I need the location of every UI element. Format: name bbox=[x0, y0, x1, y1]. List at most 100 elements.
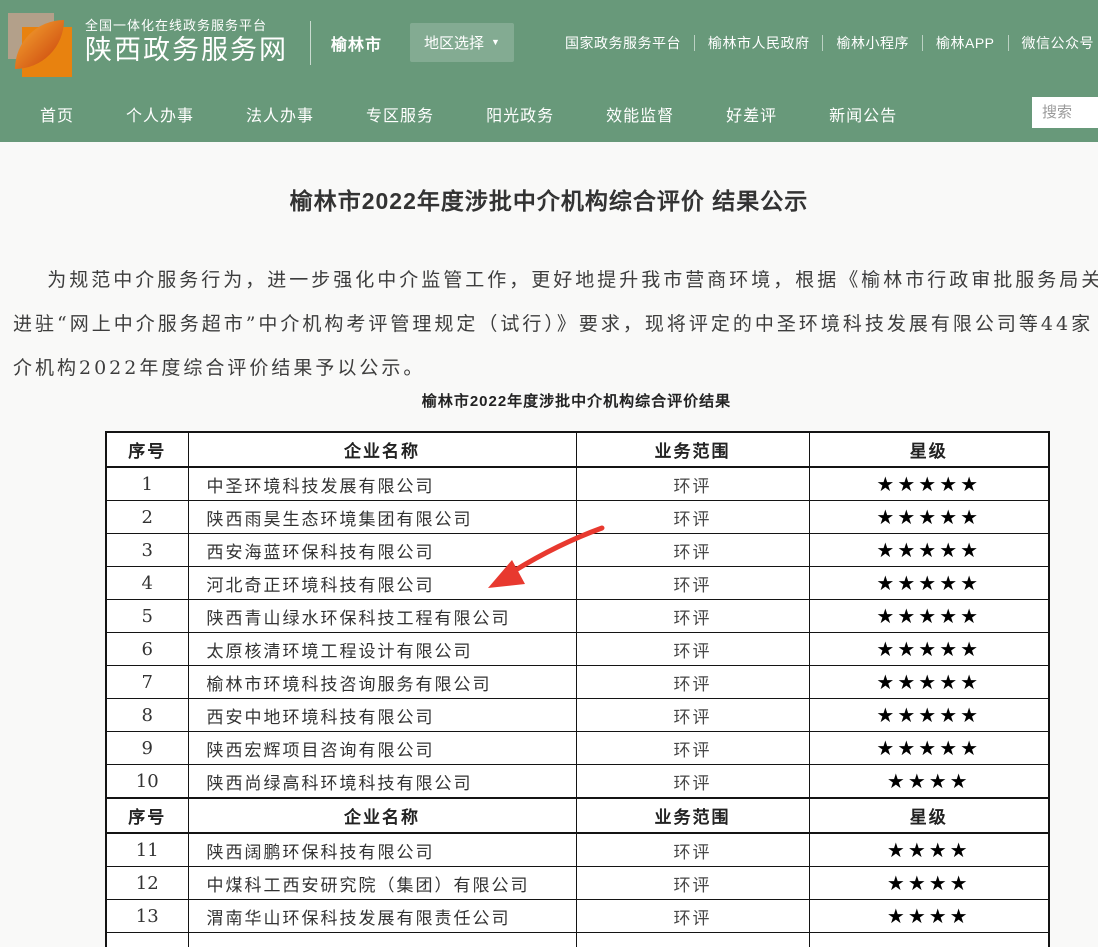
cell-star-rating: ★★★★ bbox=[809, 900, 1049, 933]
header-link-3[interactable]: 榆林小程序 bbox=[836, 33, 909, 53]
region-selector-button[interactable]: 地区选择 ▼ bbox=[410, 23, 514, 62]
cell-company-name: 西安海蓝环保科技有限公司 bbox=[188, 534, 576, 567]
cell-company-name: 西安中地环境科技有限公司 bbox=[188, 699, 576, 732]
cell-star-rating: ★★★★★ bbox=[809, 633, 1049, 666]
site-brand: 全国一体化在线政务服务平台 陕西政务服务网 bbox=[85, 18, 288, 68]
cell-index: 11 bbox=[106, 833, 188, 867]
column-header: 业务范围 bbox=[576, 432, 809, 467]
cell-company-name: 渭南华山环保科技发展有限责任公司 bbox=[188, 900, 576, 933]
cell-index: 4 bbox=[106, 567, 188, 600]
table-row[interactable]: 5陕西青山绿水环保科技工程有限公司环评★★★★★ bbox=[106, 600, 1049, 633]
page: 全国一体化在线政务服务平台 陕西政务服务网 榆林市 地区选择 ▼ 国家政务服务平… bbox=[0, 0, 1098, 947]
cell-company-name: 太原核清环境工程设计有限公司 bbox=[188, 633, 576, 666]
cell-company-name: 中圣环境科技发展有限公司 bbox=[188, 467, 576, 501]
brand-divider bbox=[310, 21, 311, 65]
cell-star-rating: ★★★★★ bbox=[809, 732, 1049, 765]
cell-business-scope: 环评 bbox=[576, 666, 809, 699]
cell-empty bbox=[809, 933, 1049, 947]
nav-item-1[interactable]: 首页 bbox=[40, 102, 74, 126]
header-link-4[interactable]: 榆林APP bbox=[936, 33, 995, 53]
cell-index: 3 bbox=[106, 534, 188, 567]
table-header-row: 序号企业名称业务范围星级 bbox=[106, 432, 1049, 467]
cell-star-rating: ★★★★ bbox=[809, 867, 1049, 900]
nav-item-5[interactable]: 阳光政务 bbox=[486, 102, 554, 126]
cell-star-rating: ★★★★★ bbox=[809, 600, 1049, 633]
table-row[interactable]: 7榆林市环境科技咨询服务有限公司环评★★★★★ bbox=[106, 666, 1049, 699]
cell-business-scope: 环评 bbox=[576, 467, 809, 501]
cell-company-name: 榆林市环境科技咨询服务有限公司 bbox=[188, 666, 576, 699]
cell-business-scope: 环评 bbox=[576, 765, 809, 799]
cell-index: 13 bbox=[106, 900, 188, 933]
region-selector-label: 地区选择 bbox=[424, 32, 484, 53]
evaluation-results-table: 序号企业名称业务范围星级1中圣环境科技发展有限公司环评★★★★★2陕西雨昊生态环… bbox=[105, 431, 1050, 947]
cell-business-scope: 环评 bbox=[576, 900, 809, 933]
nav-item-6[interactable]: 效能监督 bbox=[606, 102, 674, 126]
cell-star-rating: ★★★★ bbox=[809, 765, 1049, 799]
main-nav: 首页 个人办事 法人办事 专区服务 阳光政务 效能监督 好差评 新闻公告 bbox=[0, 85, 1098, 142]
cell-index: 2 bbox=[106, 501, 188, 534]
table-row[interactable]: 13渭南华山环保科技发展有限责任公司环评★★★★ bbox=[106, 900, 1049, 933]
nav-items: 首页 个人办事 法人办事 专区服务 阳光政务 效能监督 好差评 新闻公告 bbox=[40, 102, 897, 126]
table-row[interactable]: 6太原核清环境工程设计有限公司环评★★★★★ bbox=[106, 633, 1049, 666]
cell-star-rating: ★★★★★ bbox=[809, 567, 1049, 600]
site-logo[interactable] bbox=[8, 13, 72, 77]
announcement-article: 榆林市2022年度涉批中介机构综合评价 结果公示 为规范中介服务行为，进一步强化… bbox=[0, 142, 1098, 216]
column-header: 序号 bbox=[106, 798, 188, 833]
cell-empty bbox=[106, 933, 188, 947]
table-row[interactable]: 2陕西雨昊生态环境集团有限公司环评★★★★★ bbox=[106, 501, 1049, 534]
table-row[interactable]: 4河北奇正环境科技有限公司环评★★★★★ bbox=[106, 567, 1049, 600]
cell-company-name: 陕西宏辉项目咨询有限公司 bbox=[188, 732, 576, 765]
cell-star-rating: ★★★★★ bbox=[809, 534, 1049, 567]
cell-index: 9 bbox=[106, 732, 188, 765]
nav-item-3[interactable]: 法人办事 bbox=[246, 102, 314, 126]
cell-index: 5 bbox=[106, 600, 188, 633]
header-link-1[interactable]: 国家政务服务平台 bbox=[565, 33, 681, 53]
table-caption: 榆林市2022年度涉批中介机构综合评价结果 bbox=[105, 390, 1048, 411]
cell-company-name: 河北奇正环境科技有限公司 bbox=[188, 567, 576, 600]
search-input[interactable] bbox=[1032, 97, 1098, 128]
nav-item-2[interactable]: 个人办事 bbox=[126, 102, 194, 126]
cell-star-rating: ★★★★★ bbox=[809, 501, 1049, 534]
cell-business-scope: 环评 bbox=[576, 534, 809, 567]
table-row[interactable]: 11陕西阔鹏环保科技有限公司环评★★★★ bbox=[106, 833, 1049, 867]
table-row[interactable]: 1中圣环境科技发展有限公司环评★★★★★ bbox=[106, 467, 1049, 501]
cell-business-scope: 环评 bbox=[576, 833, 809, 867]
cell-company-name: 陕西青山绿水环保科技工程有限公司 bbox=[188, 600, 576, 633]
column-header: 星级 bbox=[809, 798, 1049, 833]
nav-item-7[interactable]: 好差评 bbox=[726, 102, 777, 126]
table-row[interactable]: 8西安中地环境科技有限公司环评★★★★★ bbox=[106, 699, 1049, 732]
table-row[interactable]: 10陕西尚绿高科环境科技有限公司环评★★★★ bbox=[106, 765, 1049, 799]
nav-item-4[interactable]: 专区服务 bbox=[366, 102, 434, 126]
cell-empty bbox=[188, 933, 576, 947]
cell-index: 12 bbox=[106, 867, 188, 900]
page-title: 榆林市2022年度涉批中介机构综合评价 结果公示 bbox=[0, 182, 1098, 216]
cell-company-name: 陕西阔鹏环保科技有限公司 bbox=[188, 833, 576, 867]
table-row[interactable]: 3西安海蓝环保科技有限公司环评★★★★★ bbox=[106, 534, 1049, 567]
cell-business-scope: 环评 bbox=[576, 567, 809, 600]
cell-index: 6 bbox=[106, 633, 188, 666]
site-name: 陕西政务服务网 bbox=[85, 34, 288, 68]
cell-business-scope: 环评 bbox=[576, 633, 809, 666]
link-separator bbox=[822, 35, 823, 51]
table-row-partial bbox=[106, 933, 1049, 947]
paragraph-line-3: 介机构2022年度综合评价结果予以公示。 bbox=[13, 346, 1098, 390]
cell-company-name: 陕西尚绿高科环境科技有限公司 bbox=[188, 765, 576, 799]
paragraph-line-2: 进驻“网上中介服务超市”中介机构考评管理规定（试行）》要求，现将评定的中圣环境科… bbox=[13, 302, 1098, 346]
cell-star-rating: ★★★★ bbox=[809, 833, 1049, 867]
table-row[interactable]: 12中煤科工西安研究院（集团）有限公司环评★★★★ bbox=[106, 867, 1049, 900]
cell-company-name: 中煤科工西安研究院（集团）有限公司 bbox=[188, 867, 576, 900]
column-header: 星级 bbox=[809, 432, 1049, 467]
header-quick-links: 国家政务服务平台榆林市人民政府榆林小程序榆林APP微信公众号注册 bbox=[565, 0, 1098, 85]
nav-item-8[interactable]: 新闻公告 bbox=[829, 102, 897, 126]
cell-business-scope: 环评 bbox=[576, 501, 809, 534]
cell-business-scope: 环评 bbox=[576, 732, 809, 765]
current-city-label: 榆林市 bbox=[331, 31, 382, 55]
column-header: 企业名称 bbox=[188, 798, 576, 833]
link-separator bbox=[1008, 35, 1009, 51]
cell-index: 8 bbox=[106, 699, 188, 732]
cell-index: 1 bbox=[106, 467, 188, 501]
cell-star-rating: ★★★★★ bbox=[809, 467, 1049, 501]
header-link-5[interactable]: 微信公众号 bbox=[1022, 33, 1095, 53]
header-link-2[interactable]: 榆林市人民政府 bbox=[708, 33, 810, 53]
table-row[interactable]: 9陕西宏辉项目咨询有限公司环评★★★★★ bbox=[106, 732, 1049, 765]
